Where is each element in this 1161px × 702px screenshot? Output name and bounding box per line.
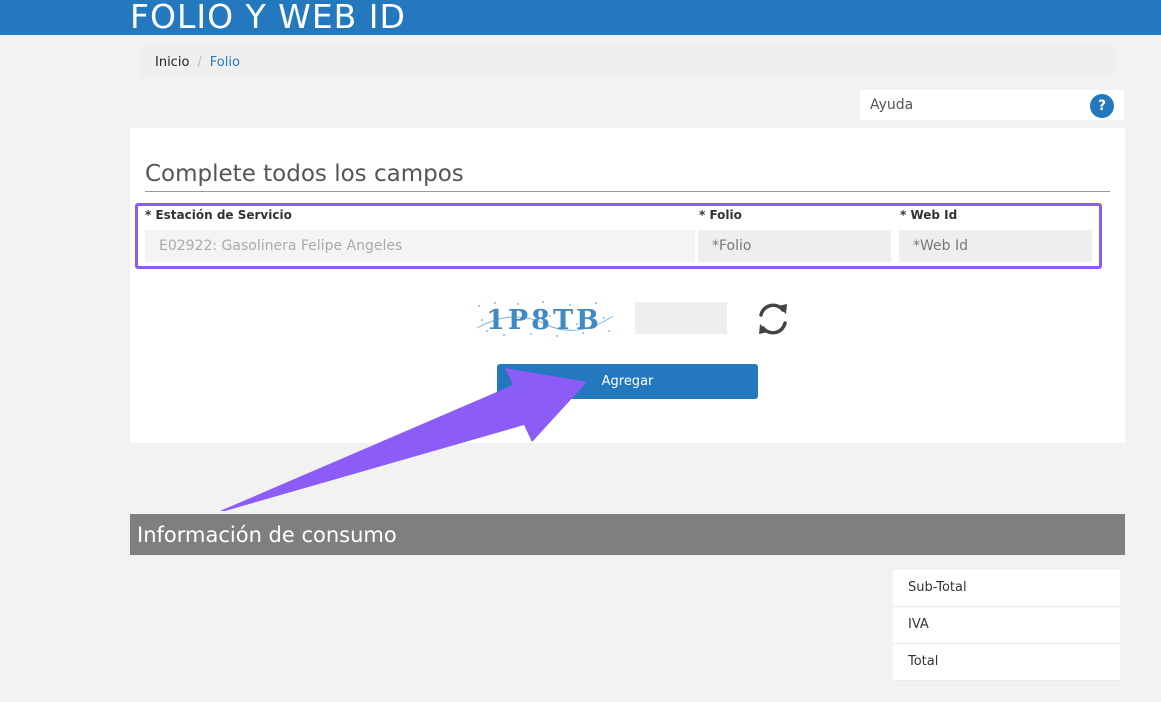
help-label: Ayuda bbox=[870, 97, 914, 113]
consumo-title: Información de consumo bbox=[137, 523, 397, 547]
refresh-icon[interactable] bbox=[754, 300, 792, 338]
totals-row-total: Total bbox=[893, 644, 1120, 681]
totals-row-subtotal: Sub-Total bbox=[893, 570, 1120, 607]
breadcrumb-home-link[interactable]: Inicio bbox=[155, 55, 189, 70]
station-label: * Estación de Servicio bbox=[145, 208, 292, 222]
breadcrumb-separator: / bbox=[197, 55, 202, 70]
form-card: Complete todos los campos * Estación de … bbox=[130, 128, 1125, 443]
page-title: FOLIO Y WEB ID bbox=[130, 0, 406, 36]
webid-input[interactable]: *Web Id bbox=[899, 230, 1092, 262]
captcha-input[interactable] bbox=[635, 302, 727, 334]
agregar-button[interactable]: Agregar bbox=[497, 364, 758, 399]
subtotal-label: Sub-Total bbox=[908, 580, 967, 595]
iva-label: IVA bbox=[908, 617, 929, 632]
totals-table: Sub-Total IVA Total bbox=[893, 570, 1120, 681]
folio-label: * Folio bbox=[699, 208, 742, 222]
form-heading: Complete todos los campos bbox=[145, 161, 1110, 192]
webid-label: * Web Id bbox=[900, 208, 958, 222]
consumo-section-header: Información de consumo bbox=[130, 514, 1125, 555]
captcha-image: 1P8TB bbox=[473, 298, 616, 340]
top-header-bar: FOLIO Y WEB ID bbox=[0, 0, 1161, 36]
station-field[interactable]: E02922: Gasolinera Felipe Angeles bbox=[145, 230, 695, 262]
help-icon[interactable]: ? bbox=[1090, 94, 1114, 118]
folio-input[interactable]: *Folio bbox=[698, 230, 891, 262]
totals-row-iva: IVA bbox=[893, 607, 1120, 644]
breadcrumb: Inicio / Folio bbox=[140, 46, 1114, 78]
total-label: Total bbox=[908, 654, 939, 669]
help-box[interactable]: Ayuda ? bbox=[860, 90, 1124, 120]
captcha-text: 1P8TB bbox=[486, 305, 602, 336]
breadcrumb-current: Folio bbox=[209, 55, 240, 70]
